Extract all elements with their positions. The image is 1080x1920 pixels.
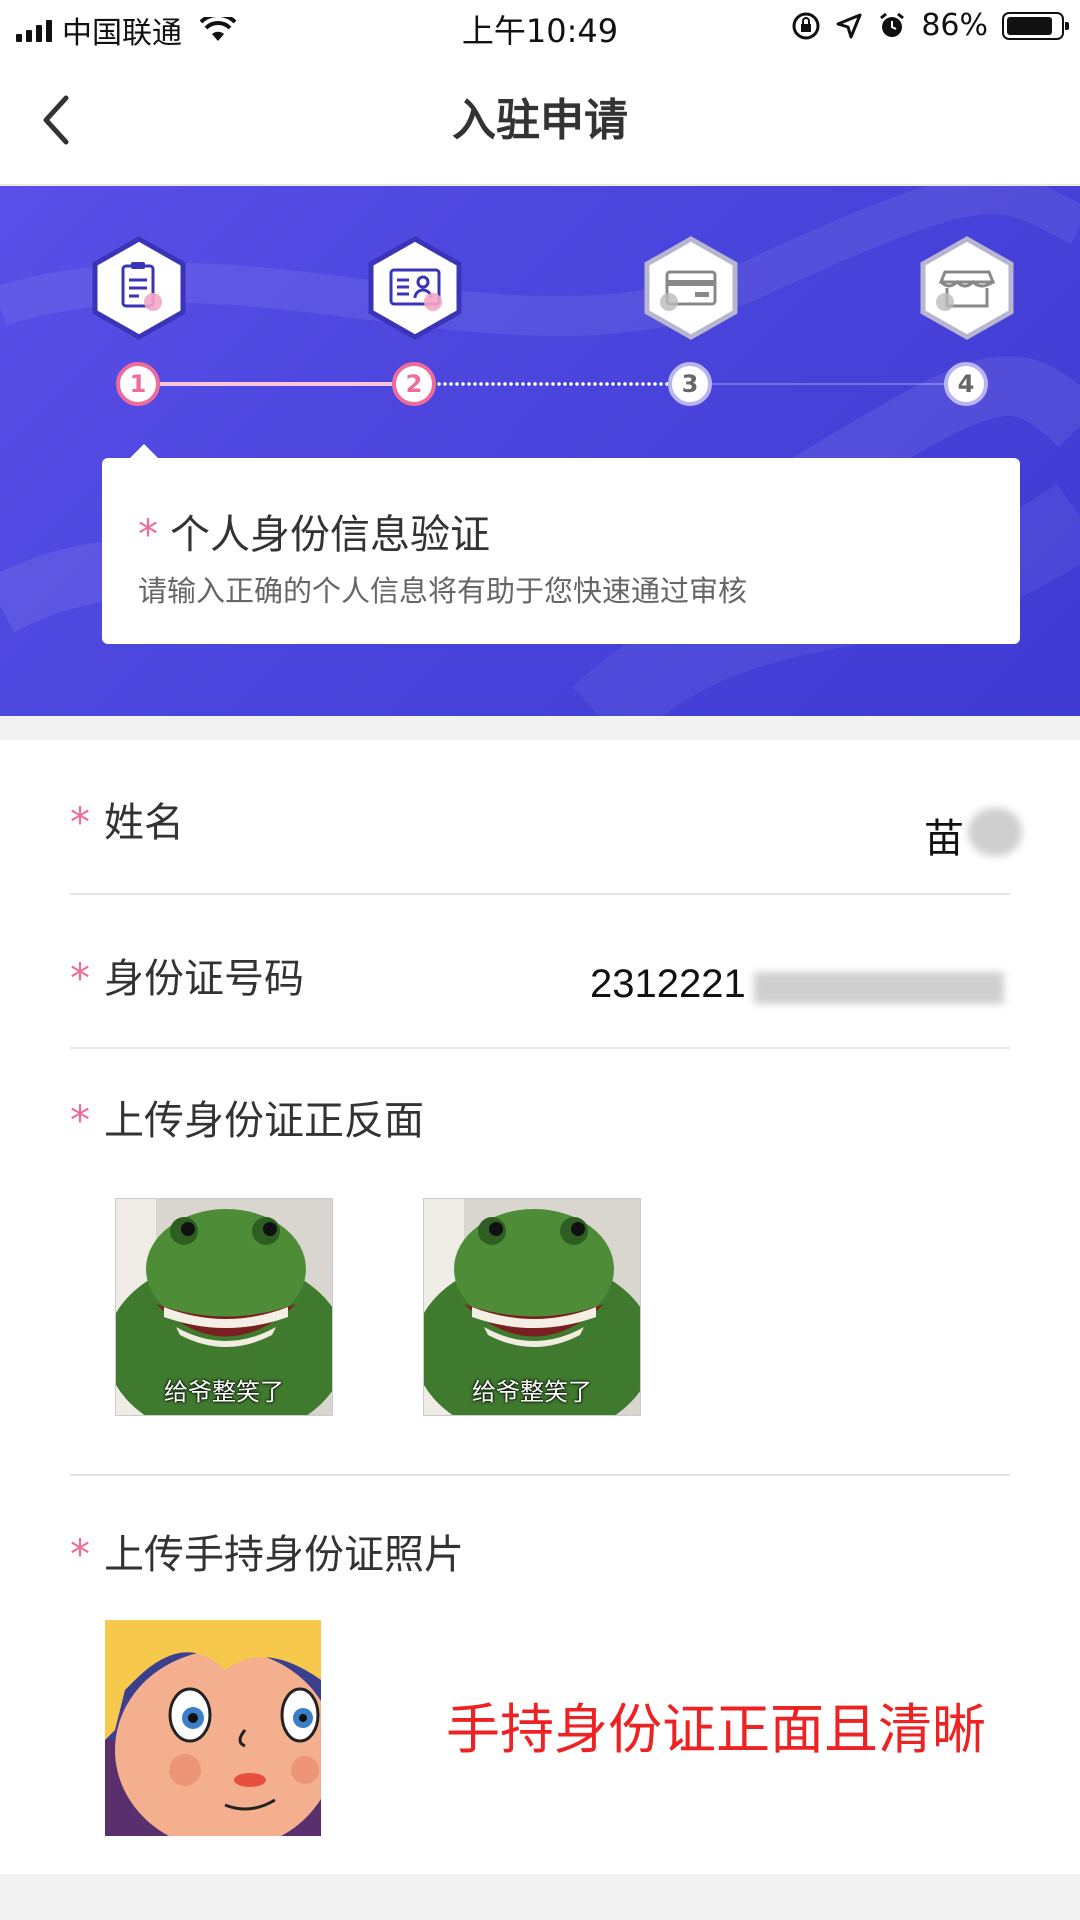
required-mark: * — [70, 1532, 90, 1578]
step-4-icon-badge — [919, 236, 1015, 340]
step-3-number: 3 — [668, 362, 712, 406]
location-icon — [836, 13, 862, 38]
photo-caption: 给爷整笑了 — [472, 1378, 592, 1406]
progress-line-3-4 — [712, 383, 944, 385]
card-pointer — [130, 444, 158, 458]
progress-line-1-2 — [160, 382, 392, 386]
card-subtitle: 请输入正确的个人信息将有助于您快速通过审核 — [138, 574, 748, 608]
handheld-photo-label: * 上传手持身份证照片 — [70, 1522, 464, 1580]
id-photos-label: * 上传身份证正反面 — [70, 1088, 424, 1146]
id-back-photo[interactable]: 给爷整笑了 — [423, 1198, 641, 1416]
id-number-redaction — [754, 972, 1004, 1004]
divider — [70, 1474, 1010, 1476]
name-label: * 姓名 — [70, 790, 184, 848]
status-bar: 中国联通 上午10:49 86% — [0, 0, 1080, 54]
nav-bar: 入驻申请 — [0, 54, 1080, 185]
step-1-number: 1 — [116, 362, 160, 406]
id-number-field[interactable]: 2312221 — [560, 948, 1004, 1018]
handheld-photo-hint: 手持身份证正面且清晰 — [446, 1698, 986, 1761]
card-title: * 个人身份信息验证 — [138, 502, 490, 560]
required-mark: * — [70, 956, 90, 1002]
id-number-label-text: 身份证号码 — [104, 956, 304, 1002]
required-mark: * — [70, 800, 90, 846]
step-2-icon-badge — [367, 236, 463, 340]
divider — [70, 893, 1010, 895]
cartoon-face-image — [105, 1620, 321, 1836]
status-right: 86% — [791, 8, 1069, 43]
required-mark: * — [70, 1098, 90, 1144]
card-title-text: 个人身份信息验证 — [170, 512, 490, 558]
progress-header: 1 2 3 4 * 个人身份信息验证 请输入正确的个人信息将有助于您快速通过审核 — [0, 186, 1080, 716]
step-info-card: * 个人身份信息验证 请输入正确的个人信息将有助于您快速通过审核 — [102, 444, 1020, 644]
clipboard-icon — [92, 236, 186, 340]
bank-card-icon — [644, 236, 738, 340]
divider — [70, 1047, 1010, 1049]
alarm-icon — [880, 12, 905, 37]
id-number-label: * 身份证号码 — [70, 946, 304, 1004]
battery-icon — [1002, 11, 1069, 40]
id-number-value: 2312221 — [590, 962, 746, 1006]
step-3-icon-badge — [643, 236, 739, 340]
name-redaction — [968, 808, 1022, 856]
required-mark: * — [138, 512, 158, 558]
step-2-number: 2 — [392, 362, 436, 406]
name-value: 苗 — [924, 817, 964, 861]
step-4-number: 4 — [944, 362, 988, 406]
battery-percent: 86% — [921, 8, 988, 43]
store-icon — [920, 236, 1014, 340]
id-photos-label-text: 上传身份证正反面 — [104, 1098, 424, 1144]
id-front-photo[interactable]: 给爷整笑了 — [115, 1198, 333, 1416]
orientation-lock-icon — [792, 12, 820, 39]
page-title: 入驻申请 — [452, 95, 628, 146]
handheld-photo-label-text: 上传手持身份证照片 — [104, 1532, 464, 1578]
photo-caption: 给爷整笑了 — [164, 1378, 284, 1406]
identity-form: * 姓名 苗 * 身份证号码 2312221 * 上传身份证正反面 给爷整笑了 — [0, 740, 1080, 1874]
handheld-id-photo[interactable] — [105, 1620, 321, 1836]
name-field[interactable]: 苗 — [600, 794, 1024, 864]
bottom-spacer — [0, 1874, 1080, 1920]
progress-line-2-3 — [436, 381, 668, 387]
name-label-text: 姓名 — [104, 800, 184, 846]
step-1-icon-badge — [91, 236, 187, 340]
id-card-icon — [368, 236, 462, 340]
